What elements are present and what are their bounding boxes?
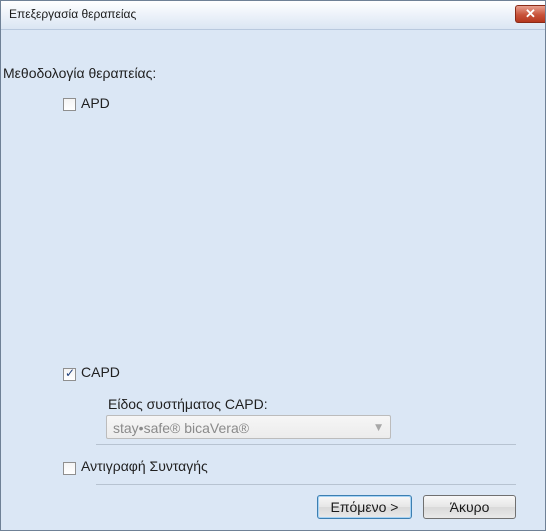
copy-prescription-checkbox[interactable] bbox=[63, 462, 76, 475]
apd-label[interactable]: APD bbox=[81, 95, 110, 111]
chevron-down-icon: ▼ bbox=[375, 423, 382, 433]
apd-checkbox[interactable] bbox=[63, 98, 76, 111]
cancel-button[interactable]: Άκυρο bbox=[423, 495, 516, 519]
dialog-title: Επεξεργασία θεραπείας bbox=[9, 7, 137, 21]
close-button[interactable]: ✕ bbox=[515, 5, 545, 23]
capd-checkbox[interactable] bbox=[63, 366, 76, 381]
separator-bottom bbox=[96, 484, 516, 485]
copy-prescription-label[interactable]: Αντιγραφή Συνταγής bbox=[81, 458, 208, 474]
capd-label[interactable]: CAPD bbox=[81, 364, 120, 380]
methodology-label: Μεθοδολογία θεραπείας: bbox=[3, 65, 157, 81]
title-bar[interactable]: Επεξεργασία θεραπείας ✕ bbox=[1, 1, 545, 30]
system-type-dropdown[interactable]: stay•safe® bicaVera® ▼ bbox=[106, 415, 391, 439]
system-type-value: stay•safe® bicaVera® bbox=[113, 420, 250, 436]
separator-top bbox=[96, 444, 516, 445]
next-button[interactable]: Επόμενο > bbox=[317, 495, 412, 519]
treatment-edit-dialog: Επεξεργασία θεραπείας ✕ Μεθοδολογία θερα… bbox=[0, 0, 546, 531]
system-type-label: Είδος συστήματος CAPD: bbox=[108, 396, 268, 412]
dialog-body: Μεθοδολογία θεραπείας: APD CAPD Είδος συ… bbox=[1, 30, 545, 530]
close-icon: ✕ bbox=[525, 6, 536, 21]
